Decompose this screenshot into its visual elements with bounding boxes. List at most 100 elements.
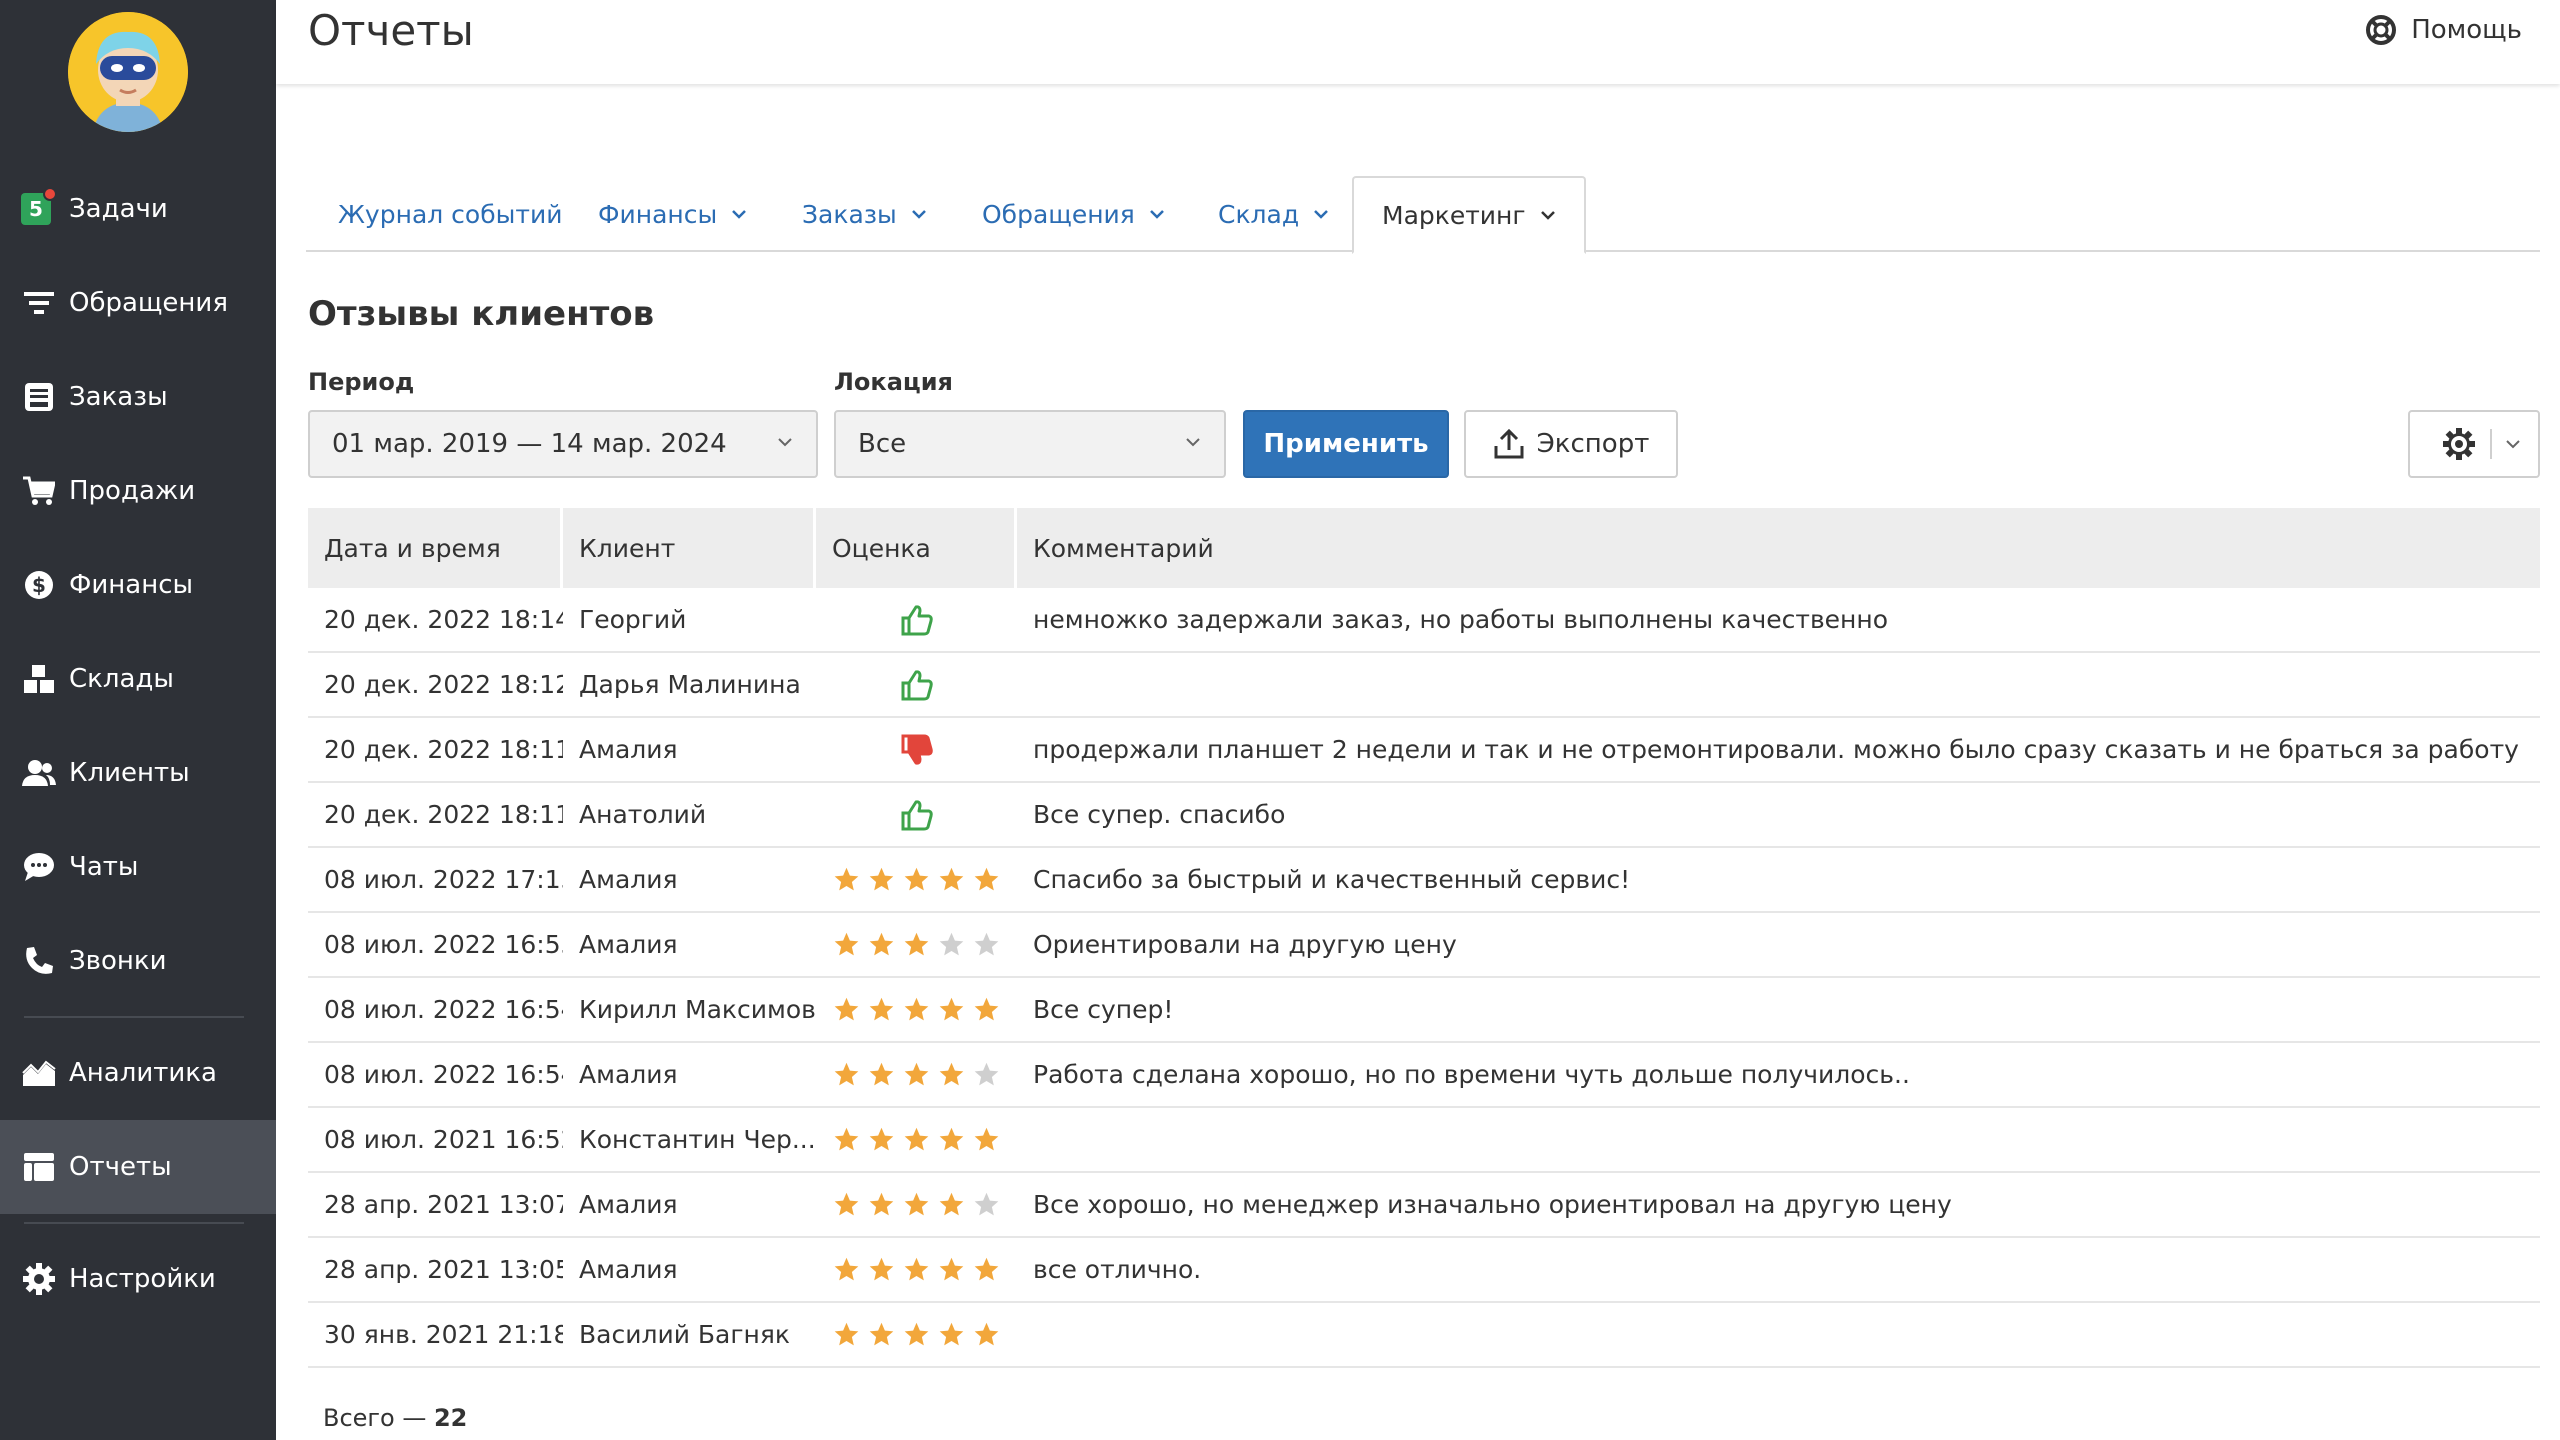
cell-datetime: 30 янв. 2021 21:18 [324,1320,563,1349]
apply-button[interactable]: Применить [1243,410,1449,478]
user-avatar[interactable] [68,12,188,132]
thumbs-up-icon [816,603,1017,637]
column-header-comment[interactable]: Комментарий [1017,508,2540,588]
sidebar-item-finance[interactable]: $ Финансы [0,538,276,632]
chevron-down-icon[interactable] [2504,438,2522,450]
cell-datetime: 20 дек. 2022 18:14 [324,605,563,634]
tab-label: Финансы [598,199,718,229]
table-row[interactable]: 20 дек. 2022 18:12 Дарья Малинина [308,653,2540,718]
sidebar-item-chats[interactable]: Чаты [0,820,276,914]
cell-datetime: 28 апр. 2021 13:07 [324,1190,563,1219]
table-row[interactable]: 08 июл. 2022 16:55 Амалия Ориентировали на… [308,913,2540,978]
sidebar-item-label: Заказы [69,382,168,412]
sidebar-item-clients[interactable]: Клиенты [0,726,276,820]
star-filled-icon [869,932,894,956]
sidebar-item-tasks[interactable]: 5 Задачи [0,162,276,256]
sidebar-item-calls[interactable]: Звонки [0,914,276,1008]
sidebar-item-requests[interactable]: Обращения [0,256,276,350]
sidebar-item-label: Обращения [69,288,228,318]
star-filled-icon [939,1062,964,1086]
star-filled-icon [939,1322,964,1346]
star-filled-icon [904,1127,929,1151]
table-row[interactable]: 08 июл. 2022 16:54 Амалия Работа сделана х… [308,1043,2540,1108]
star-filled-icon [834,1192,859,1216]
star-filled-icon [834,1322,859,1346]
tab-requests[interactable]: Обращения [982,176,1165,252]
table-row[interactable]: 28 апр. 2021 13:05 Амалия все отлично. [308,1238,2540,1303]
sidebar-item-reports[interactable]: Отчеты [0,1120,276,1214]
star-filled-icon [904,1257,929,1281]
star-empty-icon [974,932,999,956]
cell-client: Георгий [579,605,687,634]
boxes-icon [21,661,57,697]
cell-comment: продержали планшет 2 недели и так и не о… [1033,735,2519,764]
star-filled-icon [974,1127,999,1151]
button-separator [2490,429,2492,459]
star-filled-icon [834,932,859,956]
star-filled-icon [939,997,964,1021]
table-body: 20 дек. 2022 18:14 Георгий немножко задерж… [308,588,2540,1368]
sidebar-item-label: Финансы [69,570,194,600]
page-title: Отчеты [308,6,474,55]
cell-client: Амалия [579,1060,678,1089]
users-icon [21,755,57,791]
orders-icon [21,379,57,415]
star-filled-icon [869,1062,894,1086]
column-header-datetime[interactable]: Дата и время [308,508,563,588]
tab-label: Склад [1218,199,1300,229]
sidebar-item-settings[interactable]: Настройки [0,1232,276,1326]
table-row[interactable]: 20 дек. 2022 18:11 Амалия продержали планш… [308,718,2540,783]
star-rating [816,1126,1017,1153]
star-filled-icon [904,1062,929,1086]
column-header-rating[interactable]: Оценка [816,508,1017,588]
cell-datetime: 28 апр. 2021 13:05 [324,1255,563,1284]
cell-comment: Все супер! [1033,995,1174,1024]
table-row[interactable]: 30 янв. 2021 21:18 Василий Багняк [308,1303,2540,1368]
help-link[interactable]: Помощь [2365,14,2522,46]
tab-label: Маркетинг [1382,200,1526,230]
tab-warehouse[interactable]: Склад [1218,176,1329,252]
location-select[interactable]: Все [834,410,1226,478]
star-filled-icon [974,867,999,891]
table-row[interactable]: 08 июл. 2022 16:54 Кирилл Максимов Все суп… [308,978,2540,1043]
table-row[interactable]: 08 июл. 2022 17:13 Амалия Спасибо за быстр… [308,848,2540,913]
star-filled-icon [939,1192,964,1216]
star-filled-icon [939,1127,964,1151]
chevron-down-icon [1149,210,1164,219]
star-filled-icon [834,867,859,891]
chevron-down-icon [1314,210,1329,219]
cell-client: Дарья Малинина [579,670,801,699]
table-settings-button[interactable] [2408,410,2540,478]
sidebar-item-label: Склады [69,664,174,694]
tab-label: Заказы [802,199,897,229]
chevron-down-icon [911,210,926,219]
sidebar-item-sales[interactable]: Продажи [0,444,276,538]
table-row[interactable]: 08 июл. 2021 16:52 Константин Чер... [308,1108,2540,1173]
star-rating [816,1321,1017,1348]
sidebar-item-warehouses[interactable]: Склады [0,632,276,726]
table-row[interactable]: 20 дек. 2022 18:11 Анатолий Все супер. спа… [308,783,2540,848]
column-header-client[interactable]: Клиент [563,508,816,588]
tab-orders[interactable]: Заказы [802,176,927,252]
period-select[interactable]: 01 мар. 2019 — 14 мар. 2024 [308,410,818,478]
table-row[interactable]: 28 апр. 2021 13:07 Амалия Все хорошо, но м… [308,1173,2540,1238]
sidebar-item-label: Чаты [69,852,139,882]
sidebar-item-orders[interactable]: Заказы [0,350,276,444]
gear-icon [21,1261,57,1297]
table-row[interactable]: 20 дек. 2022 18:14 Георгий немножко задерж… [308,588,2540,653]
sidebar-item-analytics[interactable]: Аналитика [0,1026,276,1120]
star-filled-icon [869,1192,894,1216]
star-filled-icon [974,1257,999,1281]
export-button[interactable]: Экспорт [1464,410,1678,478]
tab-marketing[interactable]: Маркетинг [1352,176,1586,254]
sidebar-item-label: Аналитика [69,1058,217,1088]
star-filled-icon [904,1322,929,1346]
location-label: Локация [834,368,953,396]
star-filled-icon [834,997,859,1021]
total-value: 22 [433,1404,468,1432]
star-filled-icon [869,1257,894,1281]
cell-client: Константин Чер... [579,1125,816,1154]
tab-finance[interactable]: Финансы [598,176,747,252]
location-value: Все [858,429,907,459]
tab-event-log[interactable]: Журнал событий [338,176,562,252]
